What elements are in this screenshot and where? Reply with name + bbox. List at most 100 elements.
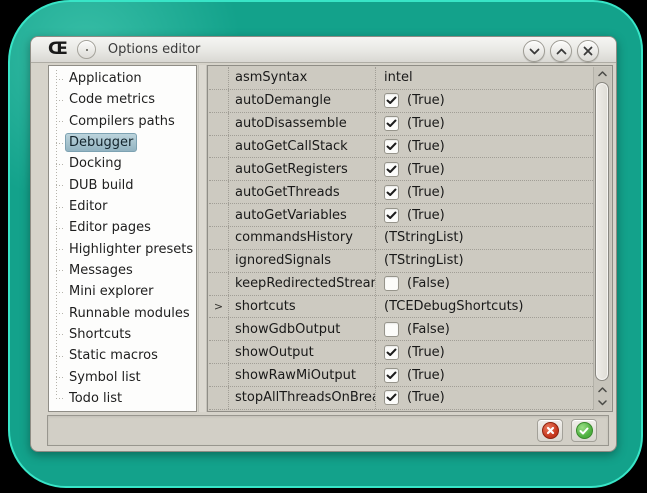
property-value-cell[interactable]: (False)	[376, 273, 593, 295]
expand-marker[interactable]	[209, 250, 229, 272]
grid-scrollbar[interactable]	[593, 67, 611, 410]
property-row[interactable]: autoGetCallStack (True)	[209, 136, 593, 159]
property-value-cell[interactable]: (True)	[376, 387, 593, 409]
expand-marker[interactable]	[209, 136, 229, 158]
check-icon	[386, 188, 397, 197]
property-value-cell[interactable]: (True)	[376, 90, 593, 112]
category-tree-item[interactable]: Symbol list	[49, 366, 196, 387]
expand-marker[interactable]	[209, 181, 229, 203]
property-row[interactable]: showRawMiOutput (True)	[209, 364, 593, 387]
property-row[interactable]: autoDemangle (True)	[209, 90, 593, 113]
category-tree-item[interactable]: DUB build	[49, 175, 196, 196]
property-value-cell[interactable]: intel	[376, 67, 593, 89]
property-row[interactable]: showGdbOutput (False)	[209, 318, 593, 341]
category-tree-item[interactable]: Mini explorer	[49, 281, 196, 302]
property-row[interactable]: autoDisassemble (True)	[209, 113, 593, 136]
property-value: (False)	[407, 322, 450, 337]
panel-splitter[interactable]	[198, 65, 207, 412]
property-value-cell[interactable]: (True)	[376, 341, 593, 363]
checkbox[interactable]	[384, 93, 399, 108]
close-button[interactable]	[577, 40, 599, 62]
checkbox[interactable]	[384, 322, 399, 337]
property-row[interactable]: stopAllThreadsOnBreak (True)	[209, 387, 593, 410]
property-value-cell[interactable]: (True)	[376, 136, 593, 158]
category-tree-item[interactable]: Debugger	[49, 132, 196, 153]
category-tree-item[interactable]: Static macros	[49, 345, 196, 366]
expand-marker[interactable]	[209, 273, 229, 295]
category-tree-item[interactable]: Shortcuts	[49, 324, 196, 345]
category-tree-item[interactable]: Editor	[49, 196, 196, 217]
property-value-cell[interactable]: (TStringList)	[376, 250, 593, 272]
checkbox[interactable]	[384, 208, 399, 223]
scroll-down-button[interactable]	[594, 396, 611, 409]
property-value-cell[interactable]: (True)	[376, 181, 593, 203]
checkbox[interactable]	[384, 185, 399, 200]
expand-marker[interactable]	[209, 318, 229, 340]
cancel-button[interactable]	[537, 419, 563, 442]
property-value: (TCEDebugShortcuts)	[384, 299, 524, 314]
expand-marker[interactable]	[209, 158, 229, 180]
property-name: asmSyntax	[229, 67, 376, 89]
property-value-cell[interactable]: (False)	[376, 318, 593, 340]
category-tree-item[interactable]: Highlighter presets	[49, 239, 196, 260]
property-grid: asmSyntax intel autoD	[207, 65, 613, 412]
category-tree-item[interactable]: Docking	[49, 153, 196, 174]
expand-marker[interactable]	[209, 341, 229, 363]
property-value-cell[interactable]: (True)	[376, 113, 593, 135]
expand-marker[interactable]	[209, 364, 229, 386]
property-row[interactable]: commandsHistory (TStringList)	[209, 227, 593, 250]
checkbox[interactable]	[384, 162, 399, 177]
maximize-button[interactable]	[550, 40, 572, 62]
expand-marker[interactable]	[209, 204, 229, 226]
category-tree-item[interactable]: Compilers paths	[49, 111, 196, 132]
property-value: (True)	[407, 185, 445, 200]
scrollbar-track[interactable]	[594, 80, 611, 383]
scroll-up-button[interactable]	[594, 67, 611, 80]
property-value-cell[interactable]: (True)	[376, 364, 593, 386]
scroll-up-button-bottom[interactable]	[594, 383, 611, 396]
checkbox[interactable]	[384, 368, 399, 383]
window-controls	[523, 40, 599, 62]
property-row[interactable]: asmSyntax intel	[209, 67, 593, 90]
window-menu-button[interactable]	[77, 40, 96, 59]
screen: Œ Options editor	[0, 0, 647, 493]
category-tree-item[interactable]: Runnable modules	[49, 302, 196, 323]
property-row[interactable]: showOutput (True)	[209, 341, 593, 364]
property-row[interactable]: keepRedirectedStreams (False)	[209, 273, 593, 296]
property-value-cell[interactable]: (TCEDebugShortcuts)	[376, 296, 593, 318]
category-tree-item[interactable]: Todo list	[49, 388, 196, 409]
property-name: autoDemangle	[229, 90, 376, 112]
minimize-button[interactable]	[523, 40, 545, 62]
expand-marker[interactable]	[209, 387, 229, 409]
property-row[interactable]: autoGetThreads (True)	[209, 181, 593, 204]
category-tree-item[interactable]: Messages	[49, 260, 196, 281]
property-value: intel	[384, 70, 413, 85]
property-row[interactable]: ignoredSignals (TStringList)	[209, 250, 593, 273]
checkbox[interactable]	[384, 390, 399, 405]
expand-marker[interactable]	[209, 90, 229, 112]
cancel-cross-icon	[542, 422, 559, 439]
property-value-cell[interactable]: (True)	[376, 204, 593, 226]
category-tree-item[interactable]: Editor pages	[49, 217, 196, 238]
checkbox[interactable]	[384, 276, 399, 291]
expand-marker[interactable]: >	[209, 296, 229, 318]
checkbox[interactable]	[384, 139, 399, 154]
property-value-cell[interactable]: (True)	[376, 158, 593, 180]
property-row[interactable]: autoGetRegisters (True)	[209, 158, 593, 181]
property-row[interactable]: autoGetVariables (True)	[209, 204, 593, 227]
expand-marker[interactable]	[209, 227, 229, 249]
titlebar[interactable]: Œ Options editor	[31, 37, 616, 63]
property-value-cell[interactable]: (TStringList)	[376, 227, 593, 249]
category-tree: Application Code metrics Compilers paths…	[49, 66, 196, 411]
property-value: (True)	[407, 116, 445, 131]
checkbox[interactable]	[384, 345, 399, 360]
property-row[interactable]: > shortcuts (TCEDebugShortcuts)	[209, 296, 593, 319]
property-name: ignoredSignals	[229, 250, 376, 272]
checkbox[interactable]	[384, 116, 399, 131]
expand-marker[interactable]	[209, 113, 229, 135]
category-tree-item[interactable]: Application	[49, 68, 196, 89]
accept-button[interactable]	[571, 419, 597, 442]
category-tree-item[interactable]: Code metrics	[49, 89, 196, 110]
scrollbar-thumb[interactable]	[595, 82, 609, 381]
expand-marker[interactable]	[209, 67, 229, 89]
